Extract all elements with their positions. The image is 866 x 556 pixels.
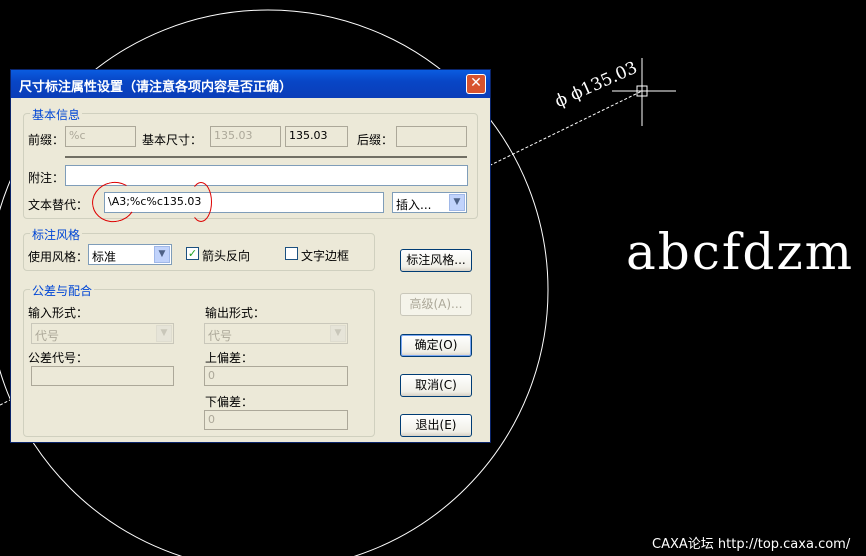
chevron-down-icon[interactable]: ▼ xyxy=(449,194,465,211)
dialog-body: 基本信息 前缀： %c 基本尺寸： 135.03 135.03 后缀： 附注： … xyxy=(14,98,487,439)
suffix-input[interactable] xyxy=(396,126,467,147)
text-replace-label: 文本替代： xyxy=(28,198,89,212)
tolerance-code-input[interactable] xyxy=(31,366,174,386)
dimension-properties-dialog: 尺寸标注属性设置（请注意各项内容是否正确） ✕ 基本信息 前缀： %c 基本尺寸… xyxy=(10,69,491,443)
close-icon[interactable]: ✕ xyxy=(466,74,486,94)
use-style-label: 使用风格： xyxy=(28,250,89,264)
forum-watermark: CAXA论坛 http://top.caxa.com/ xyxy=(652,537,851,552)
output-form-label: 输出形式： xyxy=(205,306,266,320)
output-form-value: 代号 xyxy=(208,329,233,343)
basic-separator xyxy=(65,156,467,158)
lower-deviation-label: 下偏差： xyxy=(205,395,254,409)
text-border-label: 文字边框 xyxy=(301,249,350,263)
chevron-down-icon[interactable]: ▼ xyxy=(330,325,346,342)
red-annotation-mark xyxy=(190,182,212,222)
base-size-display: 135.03 xyxy=(285,126,348,147)
use-style-combo[interactable]: 标准 ▼ xyxy=(88,244,172,265)
text-border-checkbox[interactable] xyxy=(285,247,298,260)
input-form-label: 输入形式： xyxy=(28,306,89,320)
advanced-button[interactable]: 高级(A)... xyxy=(400,293,472,316)
drawing-text: abcfdzm xyxy=(626,223,855,281)
base-size-label: 基本尺寸： xyxy=(142,133,203,147)
dimension-style-legend: 标注风格 xyxy=(30,226,83,243)
dialog-title: 尺寸标注属性设置（请注意各项内容是否正确） xyxy=(19,80,293,95)
insert-combo-value: 插入... xyxy=(396,198,432,212)
base-size-input[interactable]: 135.03 xyxy=(210,126,281,147)
prefix-label: 前缀： xyxy=(28,133,65,147)
chevron-down-icon[interactable]: ▼ xyxy=(156,325,172,342)
note-label: 附注： xyxy=(28,171,65,185)
tolerance-fit-legend: 公差与配合 xyxy=(30,282,95,299)
chevron-down-icon[interactable]: ▼ xyxy=(154,246,170,263)
tolerance-code-label: 公差代号： xyxy=(28,351,89,365)
text-replace-input[interactable]: \A3;%c%c135.03 xyxy=(104,192,384,213)
upper-deviation-input[interactable]: 0 xyxy=(204,366,348,386)
suffix-label: 后缀： xyxy=(357,133,394,147)
lower-deviation-input[interactable]: 0 xyxy=(204,410,348,430)
output-form-combo[interactable]: 代号 ▼ xyxy=(204,323,348,344)
note-input[interactable] xyxy=(65,165,468,186)
arrow-reverse-label: 箭头反向 xyxy=(202,249,251,263)
prefix-input[interactable]: %c xyxy=(65,126,136,147)
input-form-combo[interactable]: 代号 ▼ xyxy=(31,323,174,344)
input-form-value: 代号 xyxy=(35,329,60,343)
upper-deviation-label: 上偏差： xyxy=(205,351,254,365)
dimension-style-button[interactable]: 标注风格... xyxy=(400,249,472,272)
use-style-value: 标准 xyxy=(92,250,117,264)
cancel-button[interactable]: 取消(C) xyxy=(400,374,472,397)
dialog-titlebar[interactable]: 尺寸标注属性设置（请注意各项内容是否正确） ✕ xyxy=(11,70,490,98)
arrow-reverse-checkbox[interactable]: ✓ xyxy=(186,247,199,260)
basic-info-legend: 基本信息 xyxy=(30,106,83,123)
insert-combo[interactable]: 插入... ▼ xyxy=(392,192,467,213)
exit-button[interactable]: 退出(E) xyxy=(400,414,472,437)
ok-button[interactable]: 确定(O) xyxy=(400,334,472,357)
